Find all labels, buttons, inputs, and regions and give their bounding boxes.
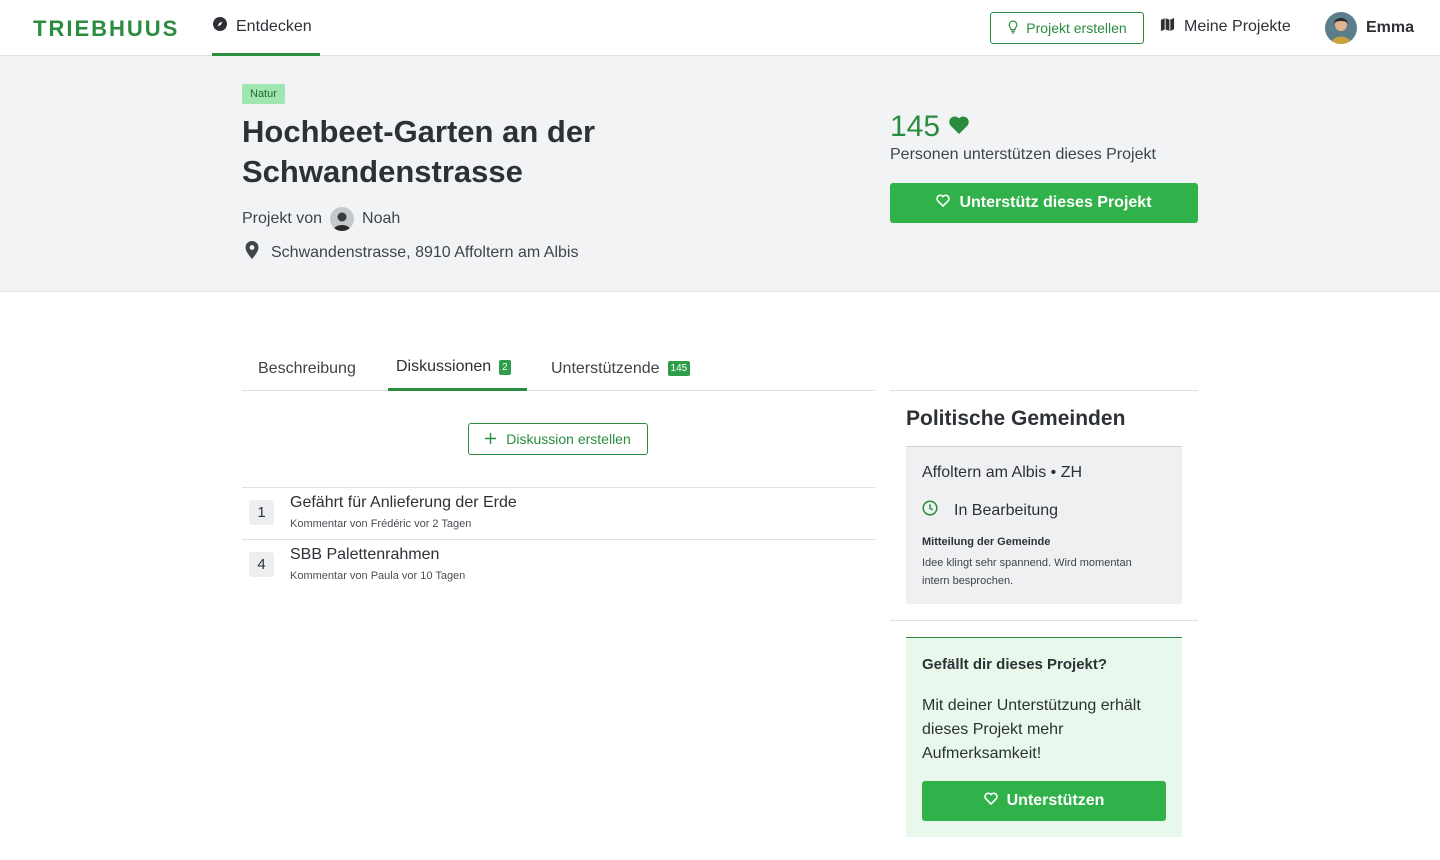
message-label: Mitteilung der Gemeinde	[922, 536, 1051, 548]
comment-count: 1	[249, 500, 274, 525]
message-text: Idee klingt sehr spannend. Wird momentan…	[922, 557, 1132, 587]
sidebar-heading: Politische Gemeinden	[890, 390, 1198, 446]
tab-label: Unterstützende	[551, 359, 660, 377]
support-project-label: Unterstütz dieses Projekt	[959, 194, 1152, 211]
heart-outline-icon	[936, 194, 951, 212]
avatar	[1325, 12, 1357, 44]
tab-label: Beschreibung	[258, 359, 356, 377]
support-project-button[interactable]: Unterstütz dieses Projekt	[890, 183, 1198, 223]
location-pin-icon	[245, 241, 259, 264]
list-item[interactable]: 1 Gefährt für Anlieferung der Erde Komme…	[242, 487, 875, 539]
author-prefix: Projekt von	[242, 210, 323, 227]
heart-outline-icon	[983, 792, 998, 810]
support-cta-card: Gefällt dir dieses Projekt? Mit deiner U…	[906, 637, 1182, 837]
discussion-list: 1 Gefährt für Anlieferung der Erde Komme…	[242, 487, 875, 591]
discussion-title[interactable]: SBB Palettenrahmen	[290, 546, 439, 564]
nav-discover-label: Entdecken	[236, 17, 312, 35]
supporter-count: 145	[890, 110, 941, 143]
lightbulb-icon	[1007, 19, 1019, 37]
discussion-title[interactable]: Gefährt für Anlieferung der Erde	[290, 494, 517, 512]
create-discussion-label: Diskussion erstellen	[506, 431, 631, 447]
project-header: Natur Hochbeet-Garten an der Schwandenst…	[0, 56, 1440, 292]
project-author: Projekt von Noah	[242, 207, 400, 231]
discussion-meta: Kommentar von Paula vor 10 Tagen	[290, 570, 466, 582]
tab-beschreibung[interactable]: Beschreibung	[242, 346, 372, 391]
gemeinde-name: Affoltern am Albis • ZH	[922, 464, 1083, 481]
support-button-label: Unterstützen	[1006, 792, 1105, 809]
user-name: Emma	[1366, 19, 1415, 36]
discussion-meta: Kommentar von Frédéric vor 2 Tagen	[290, 518, 472, 530]
author-avatar[interactable]	[330, 207, 355, 231]
cta-title: Gefällt dir dieses Projekt?	[922, 656, 1108, 673]
support-button[interactable]: Unterstützen	[922, 781, 1166, 821]
heart-icon	[948, 115, 970, 140]
divider	[890, 620, 1198, 621]
compass-icon	[213, 17, 227, 36]
tab-count-badge: 145	[667, 361, 691, 376]
gemeinde-card: Affoltern am Albis • ZH In Bearbeitung M…	[906, 446, 1182, 604]
project-title: Hochbeet-Garten an der Schwandenstrasse	[242, 114, 596, 189]
tab-unterstuetzende[interactable]: Unterstützende 145	[543, 346, 698, 391]
location-text: Schwandenstrasse, 8910 Affoltern am Albi…	[271, 243, 579, 261]
nav-my-projects-label: Meine Projekte	[1184, 18, 1291, 35]
map-icon	[1160, 17, 1175, 37]
create-project-button[interactable]: Projekt erstellen	[990, 12, 1144, 44]
sidebar: Politische Gemeinden Affoltern am Albis …	[890, 390, 1198, 837]
clock-icon	[922, 500, 938, 521]
gemeinde-status: In Bearbeitung	[922, 500, 1058, 521]
top-navigation: TRIEBHUUS Entdecken Projekt erstellen Me…	[0, 0, 1440, 56]
supporter-caption: Personen unterstützen dieses Projekt	[890, 146, 1156, 163]
plus-icon	[485, 431, 497, 447]
nav-discover[interactable]: Entdecken	[212, 0, 320, 56]
create-discussion-button[interactable]: Diskussion erstellen	[468, 423, 648, 455]
tab-count-badge: 2	[499, 359, 511, 375]
status-text: In Bearbeitung	[954, 501, 1059, 519]
author-name[interactable]: Noah	[362, 210, 400, 228]
project-tabs: Beschreibung Diskussionen 2 Unterstützen…	[242, 346, 875, 391]
supporter-count-row: 145	[890, 110, 970, 144]
nav-my-projects[interactable]: Meine Projekte	[1160, 17, 1291, 37]
tab-diskussionen[interactable]: Diskussionen 2	[388, 346, 527, 391]
cta-text: Mit deiner Unterstützung erhält dieses P…	[922, 697, 1141, 762]
user-menu[interactable]: Emma	[1325, 12, 1414, 44]
list-item[interactable]: 4 SBB Palettenrahmen Kommentar von Paula…	[242, 539, 875, 591]
project-location: Schwandenstrasse, 8910 Affoltern am Albi…	[245, 241, 578, 264]
create-project-label: Projekt erstellen	[1026, 20, 1127, 36]
category-tag[interactable]: Natur	[242, 84, 285, 104]
tab-label: Diskussionen	[396, 358, 492, 375]
logo[interactable]: TRIEBHUUS	[33, 16, 179, 42]
comment-count: 4	[249, 552, 274, 577]
